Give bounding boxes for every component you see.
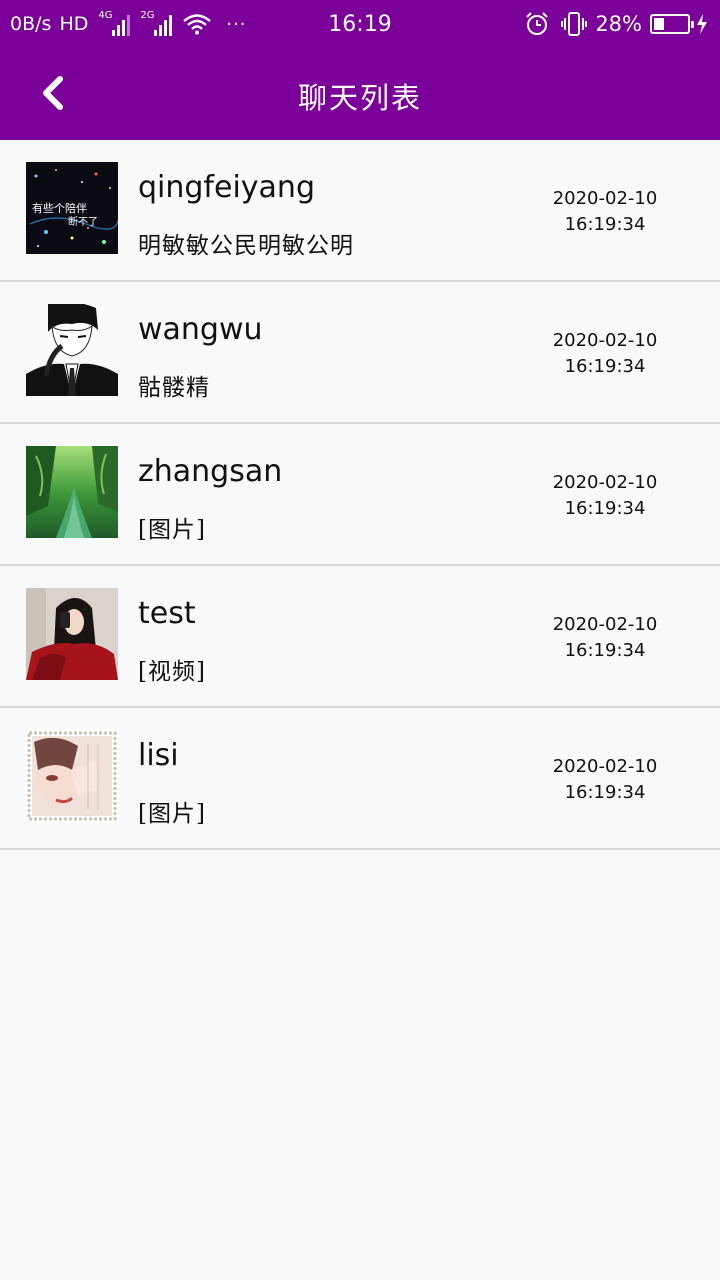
chat-name: test — [138, 596, 196, 631]
vibrate-icon — [561, 12, 588, 36]
chat-item-qingfeiyang[interactable]: 有些个陪伴 断不了 qingfeiyang 明敏敏公民明敏公明 2020-02-… — [0, 140, 720, 282]
avatar: 有些个陪伴 断不了 — [26, 162, 118, 254]
chat-item-wangwu[interactable]: wangwu 骷髅精 2020-02-10 16:19:34 — [0, 282, 720, 424]
status-bar: 0B/s HD 4G 2G ··· 16:19 28% — [0, 0, 720, 50]
page-title: 聊天列表 — [297, 81, 422, 115]
chat-date: 2020-02-10 — [552, 188, 658, 209]
chat-date: 2020-02-10 — [552, 330, 658, 351]
alarm-icon — [526, 12, 549, 35]
chat-name: qingfeiyang — [138, 170, 315, 205]
chat-timestamp: 2020-02-10 16:19:34 — [540, 328, 670, 380]
status-right: 28% — [525, 12, 708, 36]
battery-icon — [650, 14, 694, 34]
chat-list: 有些个陪伴 断不了 qingfeiyang 明敏敏公民明敏公明 2020-02-… — [0, 140, 720, 850]
chat-timestamp: 2020-02-10 16:19:34 — [540, 186, 670, 238]
charging-icon — [697, 14, 707, 34]
avatar — [26, 304, 118, 396]
chat-preview: 明敏敏公民明敏公明 — [138, 233, 354, 259]
chat-name: lisi — [138, 738, 179, 773]
chat-time: 16:19:34 — [564, 640, 646, 661]
chat-item-lisi[interactable]: lisi [图片] 2020-02-10 16:19:34 — [0, 708, 720, 850]
battery-percent: 28% — [595, 12, 642, 36]
chat-time: 16:19:34 — [564, 498, 646, 519]
chat-preview: [视频] — [138, 659, 206, 685]
chat-date: 2020-02-10 — [552, 614, 658, 635]
avatar — [26, 588, 118, 680]
chat-preview: 骷髅精 — [138, 375, 210, 401]
chat-preview: [图片] — [138, 801, 206, 827]
chat-time: 16:19:34 — [564, 356, 646, 377]
chat-timestamp: 2020-02-10 16:19:34 — [540, 612, 670, 664]
chat-item-test[interactable]: test [视频] 2020-02-10 16:19:34 — [0, 566, 720, 708]
chat-name: zhangsan — [138, 454, 283, 489]
avatar — [26, 730, 118, 822]
avatar-text: 断不了 — [68, 215, 98, 228]
chat-item-zhangsan[interactable]: zhangsan [图片] 2020-02-10 16:19:34 — [0, 424, 720, 566]
chat-time: 16:19:34 — [564, 782, 646, 803]
avatar — [26, 446, 118, 538]
chat-date: 2020-02-10 — [552, 472, 658, 493]
chat-timestamp: 2020-02-10 16:19:34 — [540, 754, 670, 806]
header: 聊天列表 — [0, 50, 720, 140]
avatar-text: 有些个陪伴 — [32, 201, 87, 215]
chat-name: wangwu — [138, 312, 263, 347]
chat-timestamp: 2020-02-10 16:19:34 — [540, 470, 670, 522]
chat-time: 16:19:34 — [564, 214, 646, 235]
chat-preview: [图片] — [138, 517, 206, 543]
chat-date: 2020-02-10 — [552, 756, 658, 777]
